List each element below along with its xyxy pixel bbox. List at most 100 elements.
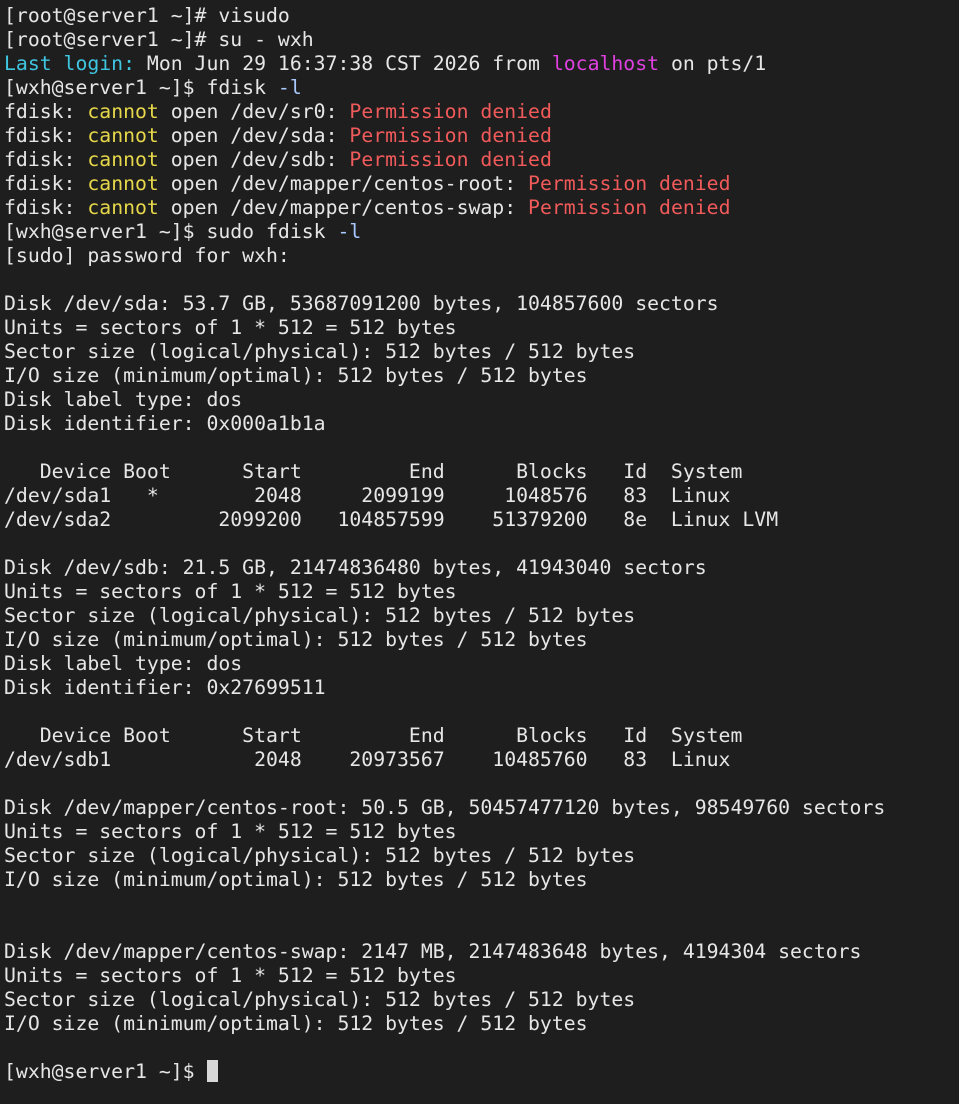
terminal-line: /dev/sda2 2099200 104857599 51379200 8e … <box>4 508 959 532</box>
text-segment: Sector size (logical/physical): 512 byte… <box>4 604 636 627</box>
terminal-line: Device Boot Start End Blocks Id System <box>4 724 959 748</box>
terminal-line: Units = sectors of 1 * 512 = 512 bytes <box>4 964 959 988</box>
text-segment: /dev/sda1 * 2048 2099199 1048576 83 Linu… <box>4 484 731 507</box>
text-red: Permission denied <box>349 124 552 147</box>
text-segment: Device Boot Start End Blocks Id System <box>4 460 743 483</box>
text-segment: Disk label type: dos <box>4 652 243 675</box>
text-segment: I/O size (minimum/optimal): 512 bytes / … <box>4 364 588 387</box>
terminal-line: [root@server1 ~]# visudo <box>4 4 959 28</box>
terminal-line: I/O size (minimum/optimal): 512 bytes / … <box>4 1012 959 1036</box>
text-red: Permission denied <box>528 172 731 195</box>
text-segment: fdisk: <box>4 196 88 219</box>
terminal-line: Disk /dev/sda: 53.7 GB, 53687091200 byte… <box>4 292 959 316</box>
text-segment: [sudo] password for wxh: <box>4 244 290 267</box>
text-segment: I/O size (minimum/optimal): 512 bytes / … <box>4 628 588 651</box>
text-segment: on pts/1 <box>659 52 767 75</box>
terminal-line: Sector size (logical/physical): 512 byte… <box>4 340 959 364</box>
terminal-line: /dev/sdb1 2048 20973567 10485760 83 Linu… <box>4 748 959 772</box>
text-yellow: cannot <box>87 172 159 195</box>
terminal-line: Units = sectors of 1 * 512 = 512 bytes <box>4 316 959 340</box>
terminal-line: Disk label type: dos <box>4 388 959 412</box>
text-segment: Disk /dev/sdb: 21.5 GB, 21474836480 byte… <box>4 556 707 579</box>
text-red: Permission denied <box>528 196 731 219</box>
text-yellow: cannot <box>87 148 159 171</box>
text-segment: Units = sectors of 1 * 512 = 512 bytes <box>4 964 457 987</box>
terminal-line: fdisk: cannot open /dev/sda: Permission … <box>4 124 959 148</box>
terminal-window[interactable]: [root@server1 ~]# visudo [root@server1 ~]… <box>0 0 959 1104</box>
terminal-line: Sector size (logical/physical): 512 byte… <box>4 988 959 1012</box>
text-yellow: cannot <box>87 196 159 219</box>
text-segment: [root@server1 ~]# visudo <box>4 4 290 27</box>
shell-prompt: [wxh@server1 ~]$ <box>4 1060 195 1083</box>
text-segment: [wxh@server1 ~]$ sudo fdisk <box>4 220 338 243</box>
text-segment: Disk identifier: 0x000a1b1a <box>4 412 326 435</box>
terminal-line: [sudo] password for wxh: <box>4 244 959 268</box>
terminal-line: Units = sectors of 1 * 512 = 512 bytes <box>4 580 959 604</box>
terminal-output: [root@server1 ~]# visudo [root@server1 ~]… <box>4 4 959 1084</box>
terminal-line: [wxh@server1 ~]$ fdisk -l <box>4 76 959 100</box>
terminal-line: [wxh@server1 ~]$ sudo fdisk -l <box>4 220 959 244</box>
terminal-line: Device Boot Start End Blocks Id System <box>4 460 959 484</box>
terminal-line: Last login: Mon Jun 29 16:37:38 CST 2026… <box>4 52 959 76</box>
text-segment: fdisk: <box>4 172 88 195</box>
terminal-line: Disk label type: dos <box>4 652 959 676</box>
text-segment: Units = sectors of 1 * 512 = 512 bytes <box>4 580 457 603</box>
text-yellow: cannot <box>87 100 159 123</box>
text-segment: Device Boot Start End Blocks Id System <box>4 724 743 747</box>
text-cyan: Last login: <box>4 52 136 75</box>
text-segment: I/O size (minimum/optimal): 512 bytes / … <box>4 1012 588 1035</box>
text-flag: -l <box>277 76 302 99</box>
text-segment: open /dev/sda: <box>158 124 350 147</box>
terminal-line: Disk /dev/sdb: 21.5 GB, 21474836480 byte… <box>4 556 959 580</box>
text-segment: fdisk: <box>4 100 88 123</box>
text-red: Permission denied <box>349 148 552 171</box>
prompt-line[interactable]: [wxh@server1 ~]$ <box>4 1060 959 1084</box>
terminal-line: [root@server1 ~]# su - wxh <box>4 28 959 52</box>
terminal-line: Disk /dev/mapper/centos-swap: 2147 MB, 2… <box>4 940 959 964</box>
terminal-line: I/O size (minimum/optimal): 512 bytes / … <box>4 628 959 652</box>
text-cursor[interactable] <box>206 1060 218 1082</box>
text-segment: Units = sectors of 1 * 512 = 512 bytes <box>4 820 457 843</box>
text-segment: Mon Jun 29 16:37:38 CST 2026 from <box>135 52 552 75</box>
text-segment: Units = sectors of 1 * 512 = 512 bytes <box>4 316 457 339</box>
terminal-line: /dev/sda1 * 2048 2099199 1048576 83 Linu… <box>4 484 959 508</box>
terminal-line: fdisk: cannot open /dev/sr0: Permission … <box>4 100 959 124</box>
text-segment: Sector size (logical/physical): 512 byte… <box>4 844 636 867</box>
text-segment: I/O size (minimum/optimal): 512 bytes / … <box>4 868 588 891</box>
terminal-line: fdisk: cannot open /dev/sdb: Permission … <box>4 148 959 172</box>
text-segment: Disk /dev/mapper/centos-root: 50.5 GB, 5… <box>4 796 886 819</box>
terminal-line: fdisk: cannot open /dev/mapper/centos-sw… <box>4 196 959 220</box>
text-magenta: localhost <box>551 52 660 75</box>
text-segment: open /dev/mapper/centos-root: <box>158 172 529 195</box>
terminal-line: Sector size (logical/physical): 512 byte… <box>4 604 959 628</box>
text-segment: Disk identifier: 0x27699511 <box>4 676 326 699</box>
terminal-line: Disk identifier: 0x27699511 <box>4 676 959 700</box>
terminal-line: Sector size (logical/physical): 512 byte… <box>4 844 959 868</box>
text-segment: Disk label type: dos <box>4 388 243 411</box>
text-segment: fdisk: <box>4 148 88 171</box>
text-flag: -l <box>337 220 362 243</box>
text-segment: /dev/sda2 2099200 104857599 51379200 8e … <box>4 508 779 531</box>
terminal-line: I/O size (minimum/optimal): 512 bytes / … <box>4 868 959 892</box>
text-segment: Sector size (logical/physical): 512 byte… <box>4 988 636 1011</box>
terminal-line: I/O size (minimum/optimal): 512 bytes / … <box>4 364 959 388</box>
text-segment: Sector size (logical/physical): 512 byte… <box>4 340 636 363</box>
text-segment: [root@server1 ~]# su - wxh <box>4 28 314 51</box>
text-segment: open /dev/mapper/centos-swap: <box>158 196 529 219</box>
text-segment: /dev/sdb1 2048 20973567 10485760 83 Linu… <box>4 748 731 771</box>
text-yellow: cannot <box>87 124 159 147</box>
text-red: Permission denied <box>349 100 552 123</box>
text-segment: Disk /dev/mapper/centos-swap: 2147 MB, 2… <box>4 940 862 963</box>
terminal-line: Disk identifier: 0x000a1b1a <box>4 412 959 436</box>
text-segment: open /dev/sdb: <box>158 148 350 171</box>
text-segment: open /dev/sr0: <box>158 100 350 123</box>
terminal-line: Units = sectors of 1 * 512 = 512 bytes <box>4 820 959 844</box>
